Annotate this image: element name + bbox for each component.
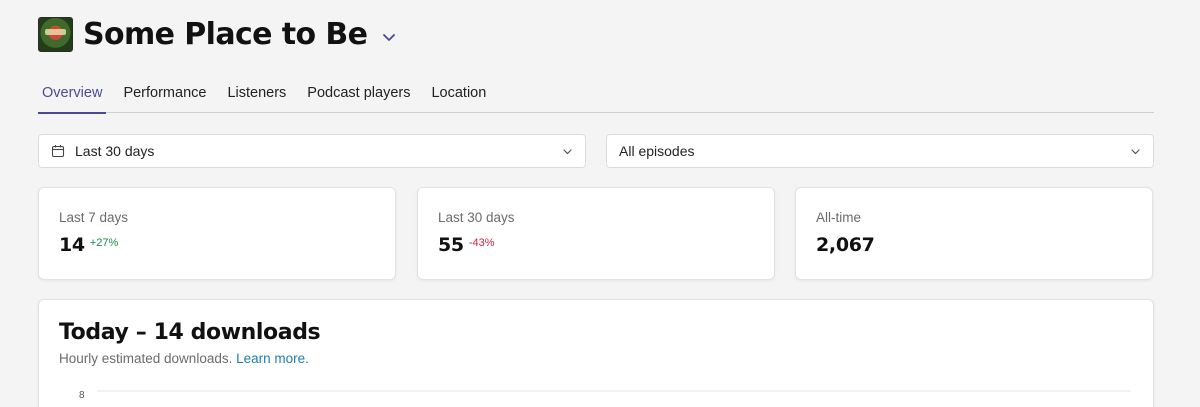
chart-title: Today – 14 downloads (59, 320, 321, 345)
chevron-down-icon (1131, 149, 1140, 155)
stat-label: Last 30 days (438, 210, 515, 225)
stat-value: 14 (59, 234, 85, 256)
y-tick-label: 8 (79, 390, 85, 401)
tab-bar: Overview Performance Listeners Podcast p… (38, 72, 1154, 114)
stat-card-last-30-days: Last 30 days 55 -43% (417, 187, 775, 280)
stat-change: -43% (468, 237, 495, 249)
stat-value: 2,067 (816, 234, 875, 256)
stat-change: +27% (89, 237, 119, 249)
chevron-down-icon (563, 149, 572, 155)
episodes-value: All episodes (619, 143, 695, 159)
hourly-downloads-chart: 8 (79, 390, 1131, 401)
stat-value: 55 (438, 234, 464, 256)
calendar-icon (51, 145, 65, 158)
learn-more-link[interactable]: Learn more. (236, 351, 309, 366)
stat-card-last-7-days: Last 7 days 14 +27% (38, 187, 396, 280)
tab-overview[interactable]: Overview (38, 72, 107, 114)
date-range-select[interactable]: Last 30 days (38, 134, 586, 168)
chart-subtitle-text: Hourly estimated downloads. (59, 351, 233, 366)
page-header: Some Place to Be (38, 16, 397, 52)
tab-listeners[interactable]: Listeners (223, 72, 290, 113)
podcast-cover-icon (38, 16, 73, 52)
page-title: Some Place to Be (83, 16, 368, 52)
episodes-select[interactable]: All episodes (606, 134, 1154, 168)
chevron-down-icon[interactable] (381, 29, 397, 45)
tab-performance[interactable]: Performance (119, 72, 210, 113)
chart-subtitle: Hourly estimated downloads. Learn more. (59, 351, 1133, 366)
tab-location[interactable]: Location (427, 72, 490, 113)
stat-label: All-time (816, 210, 862, 225)
tab-podcast-players[interactable]: Podcast players (303, 72, 414, 113)
stat-label: Last 7 days (59, 210, 129, 225)
today-downloads-card: Today – 14 downloads Hourly estimated do… (38, 299, 1154, 407)
stat-card-all-time: All-time 2,067 (795, 187, 1153, 280)
date-range-value: Last 30 days (75, 143, 155, 159)
